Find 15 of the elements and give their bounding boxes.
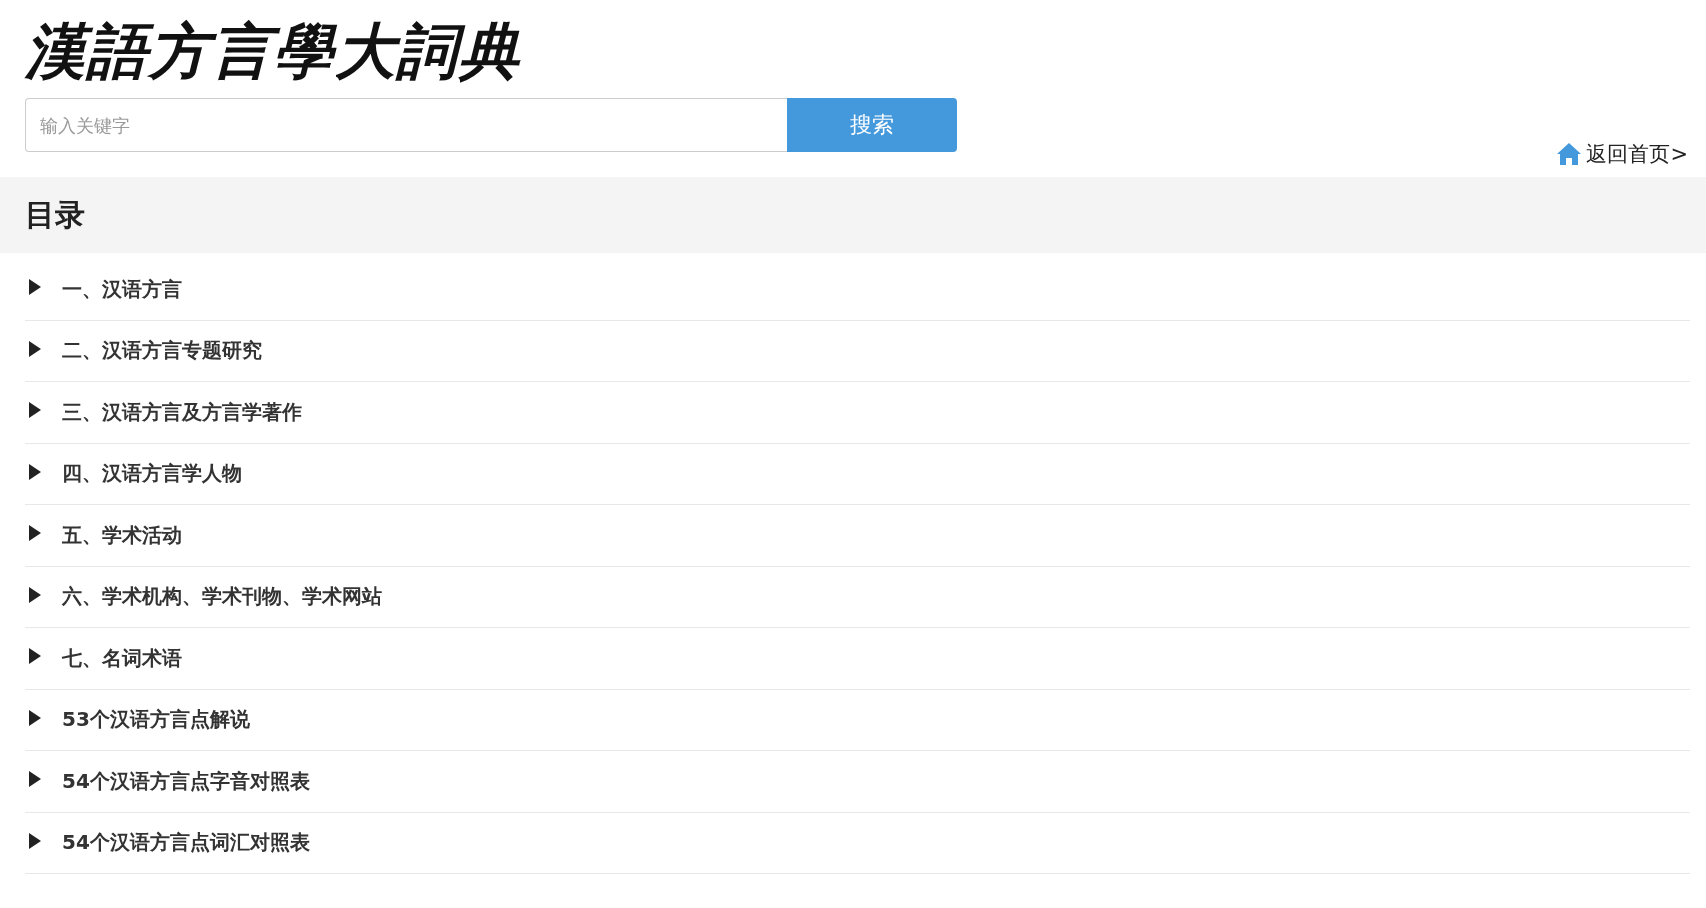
catalog-item[interactable]: 六、学术机构、学术刊物、学术网站 bbox=[25, 566, 1690, 628]
site-logo: 漢語方言學大詞典 bbox=[25, 15, 521, 88]
catalog-item[interactable]: 54个汉语方言点字音对照表 bbox=[25, 751, 1690, 813]
home-link[interactable]: 返回首页> bbox=[1556, 140, 1688, 168]
catalog-item[interactable]: 七、名词术语 bbox=[25, 628, 1690, 690]
catalog-item[interactable]: 53个汉语方言点解说 bbox=[25, 689, 1690, 751]
catalog-item[interactable]: 三、汉语方言及方言学著作 bbox=[25, 382, 1690, 444]
home-icon bbox=[1556, 142, 1583, 166]
catalog-title: 目录 bbox=[25, 195, 85, 234]
catalog-item[interactable]: 二、汉语方言专题研究 bbox=[25, 320, 1690, 382]
catalog-item[interactable]: 五、学术活动 bbox=[25, 505, 1690, 567]
catalog-item[interactable]: 四、汉语方言学人物 bbox=[25, 443, 1690, 505]
catalog-item[interactable]: 54个汉语方言点词汇对照表 bbox=[25, 812, 1690, 874]
search-field[interactable]: 输入关键字 bbox=[25, 98, 787, 152]
catalog-item[interactable]: 一、汉语方言 bbox=[25, 259, 1690, 321]
